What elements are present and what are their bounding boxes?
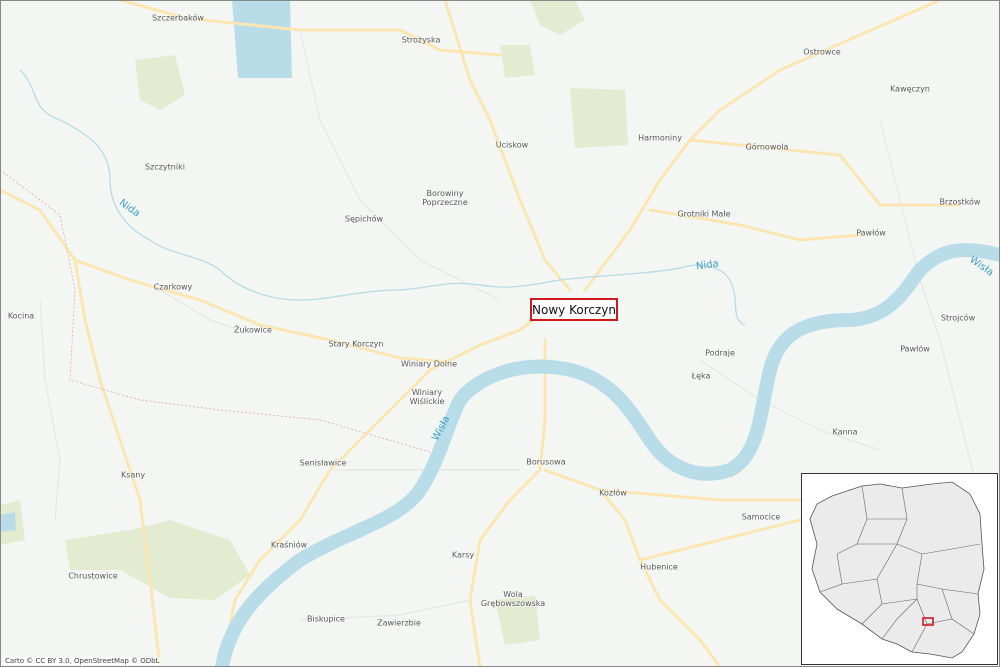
place-label: Harmoniny	[638, 133, 682, 143]
place-label: Winiary Wiślickie	[409, 388, 445, 406]
park-area	[530, 0, 585, 35]
place-label: Strojców	[940, 313, 976, 323]
place-label: Sępichów	[344, 214, 384, 224]
minor-road	[299, 29, 501, 301]
place-label: Wola Grębowszowska	[480, 590, 546, 608]
minor-road	[699, 359, 881, 451]
place-label: Szczerbaków	[152, 13, 204, 23]
place-label: Ksany	[120, 470, 146, 480]
place-label: Kawęczyn	[890, 84, 930, 94]
road	[73, 258, 162, 667]
place-label: Górnowola	[745, 142, 789, 152]
place-label: Żukowice	[234, 325, 272, 335]
country-shape	[809, 481, 985, 659]
place-label: Winiary Dolne	[401, 359, 457, 369]
place-label: Podraje	[705, 348, 735, 358]
place-label: Stary Korczyn	[328, 339, 384, 349]
place-label: Czarkowy	[153, 282, 193, 292]
road	[598, 488, 802, 502]
fishpond	[232, 0, 292, 78]
pond	[0, 512, 16, 532]
park-area	[500, 45, 535, 78]
place-label: Grotniki Małe	[677, 209, 731, 219]
park-area	[135, 55, 185, 110]
road	[118, 0, 502, 57]
place-label: Kanna	[832, 427, 858, 437]
place-label: Pawłów	[856, 228, 886, 238]
place-label: Kozłów	[599, 488, 627, 498]
map-attribution[interactable]: Carto © CC BY 3.0, OpenStreetMap © ODbL	[3, 657, 162, 665]
place-label: Chrustowice	[68, 571, 118, 581]
road	[543, 468, 722, 667]
place-label: Borusowa	[526, 457, 566, 467]
place-label: Pawłów	[900, 344, 930, 354]
admin-boundary	[0, 169, 431, 453]
place-label: Strożyska	[401, 35, 441, 45]
place-label: Senisławice	[299, 458, 347, 468]
place-label: Łęka	[691, 371, 711, 381]
place-label: Samocice	[741, 512, 781, 522]
minor-road	[39, 299, 61, 521]
place-label: Borowiny Poprzeczne	[422, 189, 468, 207]
minor-road	[159, 289, 241, 331]
poland-outline	[809, 481, 985, 659]
park-area	[570, 88, 628, 148]
place-label: Kocina	[7, 311, 35, 321]
place-label: Uciskow	[495, 140, 529, 150]
road	[638, 518, 802, 562]
place-label: Ostrowce	[803, 47, 841, 57]
park-area	[65, 520, 250, 600]
place-label: Karsy	[451, 550, 475, 560]
map-view[interactable]: Nida Nida Wisła Wisła Szczerbaków Stroży…	[0, 0, 1000, 667]
nida-river	[19, 69, 746, 326]
place-label: Szczytniki	[145, 162, 185, 172]
road	[688, 138, 962, 207]
place-label: Kraśniów	[270, 540, 308, 550]
place-label: Zawierzbie	[377, 618, 421, 628]
place-label: Biskupice	[307, 614, 345, 624]
locator-inset	[801, 473, 998, 665]
place-label: Brzostków	[939, 197, 981, 207]
place-label: Hubenice	[640, 562, 678, 572]
location-marker-label[interactable]: Nowy Korczyn	[530, 298, 618, 321]
